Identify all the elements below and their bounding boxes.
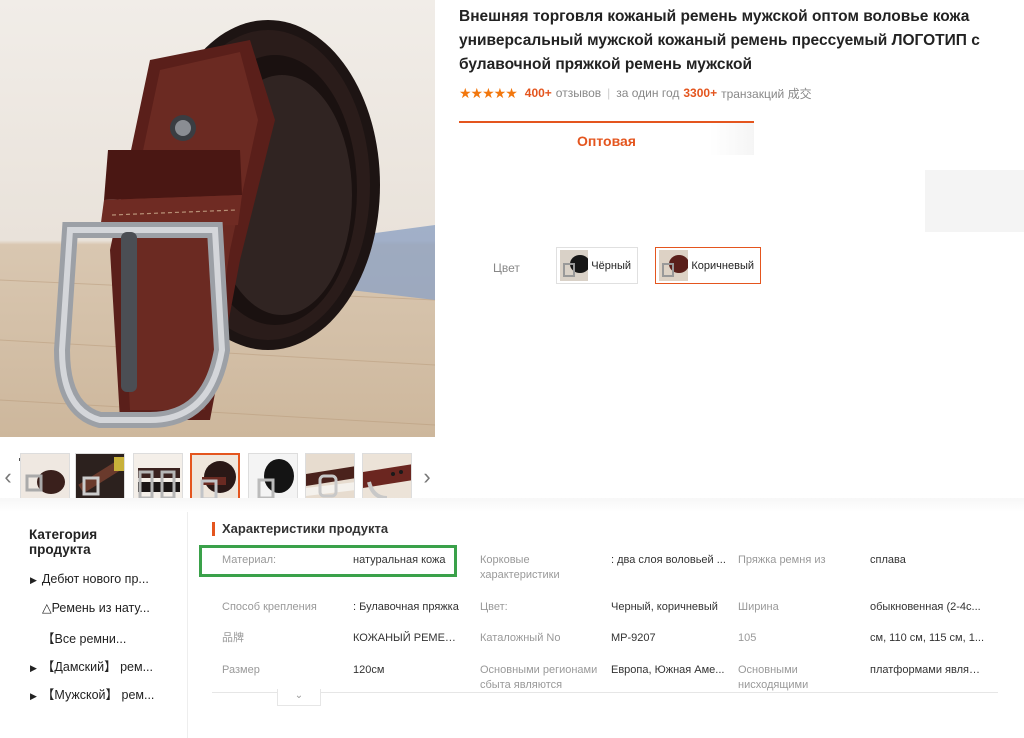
- side-placeholder: [925, 170, 1024, 232]
- spec-value: : Булавочная пряжка: [353, 601, 459, 613]
- sidebar-item-label: △Ремень из нату...: [42, 601, 150, 615]
- spec-key: Способ крепления: [222, 601, 317, 613]
- sidebar-item-mens[interactable]: ▶ 【Мужской】 рем...: [30, 684, 154, 703]
- sidebar-title: Категория продукта: [29, 527, 98, 557]
- belt-photo-illustration: [0, 20, 435, 428]
- chevron-down-icon: ⌄: [294, 690, 304, 701]
- sidebar-item-all-belts[interactable]: 【Все ремни...: [42, 628, 126, 647]
- transactions-count: 3300+: [683, 86, 718, 100]
- thumbnail-7[interactable]: [362, 453, 412, 503]
- spec-value: КОЖАНЫЙ РЕМЕНЬ ...: [353, 632, 463, 644]
- main-product-image[interactable]: [0, 0, 435, 437]
- spec-value: : два слоя воловьей ...: [611, 554, 726, 566]
- thumbnail-4-active[interactable]: [190, 453, 240, 503]
- color-option-black[interactable]: Чёрный: [556, 247, 638, 284]
- spec-value: платформами являю...: [870, 664, 985, 676]
- thumbnail-2[interactable]: [75, 453, 125, 503]
- tab-wholesale[interactable]: Оптовая: [459, 121, 754, 155]
- spec-value: Черный, коричневый: [611, 601, 718, 613]
- sidebar-item-label: 【Дамский】 рем...: [41, 660, 154, 674]
- sidebar-item-label: 【Мужской】 рем...: [41, 688, 155, 702]
- sidebar-item-new-debut[interactable]: ▶ Дебют нового пр...: [30, 572, 149, 586]
- material-highlight-box: [199, 545, 457, 577]
- spec-key: Корковые характеристики: [480, 554, 560, 581]
- sidebar-item-label: Дебют нового пр...: [41, 572, 149, 586]
- color-option-brown[interactable]: Коричневый: [655, 247, 761, 284]
- thumbnail-6[interactable]: [305, 453, 355, 503]
- spec-value: MP-9207: [611, 632, 656, 644]
- specs-section-title: Характеристики продукта: [212, 522, 388, 536]
- spec-key: 105: [738, 632, 757, 644]
- color-label: Цвет: [493, 261, 520, 275]
- reviews-label: отзывов: [555, 86, 602, 100]
- color-option-label: Коричневый: [691, 259, 754, 272]
- thumbnail-1[interactable]: [20, 453, 70, 503]
- color-option-label: Чёрный: [591, 259, 631, 272]
- year-label: за один год: [616, 86, 680, 100]
- spec-key: Каталожный No: [480, 632, 561, 644]
- color-swatch-brown: [659, 250, 689, 281]
- spec-value: обыкновенная (2-4с...: [870, 601, 981, 613]
- sidebar-item-womens[interactable]: ▶ 【Дамский】 рем...: [30, 656, 153, 675]
- sidebar-item-label: 【Все ремни...: [42, 632, 127, 646]
- spec-key: Цвет:: [480, 601, 508, 613]
- spec-key: Основными нисходящими: [738, 664, 809, 691]
- spec-value: Европа, Южная Аме...: [611, 664, 725, 676]
- divider: |: [607, 86, 611, 100]
- spec-value: сплава: [870, 554, 906, 566]
- expand-triangle-icon: ▶: [30, 691, 37, 701]
- color-swatch-black: [560, 250, 589, 281]
- rating-stars-icon: ★★★★★: [459, 84, 518, 101]
- reviews-count[interactable]: 400+: [525, 86, 552, 100]
- thumbnail-5[interactable]: [248, 453, 298, 503]
- transactions-label: транзакций 成交: [721, 86, 812, 101]
- specs-bottom-rule: [212, 692, 998, 693]
- rating-row: ★★★★★ 400+ отзывов | за один год 3300+ т…: [459, 84, 812, 102]
- section-divider: [0, 498, 1024, 512]
- spec-value: 120см: [353, 664, 385, 676]
- spec-key: 品牌: [222, 632, 244, 644]
- thumbnail-3[interactable]: [133, 453, 183, 503]
- expand-specs-button[interactable]: ⌄: [277, 689, 321, 706]
- spec-value: см, 110 см, 115 см, 1...: [870, 632, 984, 644]
- expand-triangle-icon: ▶: [30, 663, 37, 673]
- spec-key: Ширина: [738, 601, 779, 613]
- expand-triangle-icon: ▶: [30, 575, 37, 585]
- sidebar-item-genuine-leather[interactable]: △Ремень из нату...: [42, 600, 150, 615]
- spec-key: Пряжка ремня из: [738, 554, 826, 566]
- category-sidebar: Категория продукта ▶ Дебют нового пр... △…: [0, 512, 188, 738]
- product-title: Внешняя торговля кожаный ремень мужской …: [459, 8, 980, 73]
- spec-key: Размер: [222, 664, 260, 676]
- spec-key: Основными регионами сбыта являются: [480, 664, 598, 691]
